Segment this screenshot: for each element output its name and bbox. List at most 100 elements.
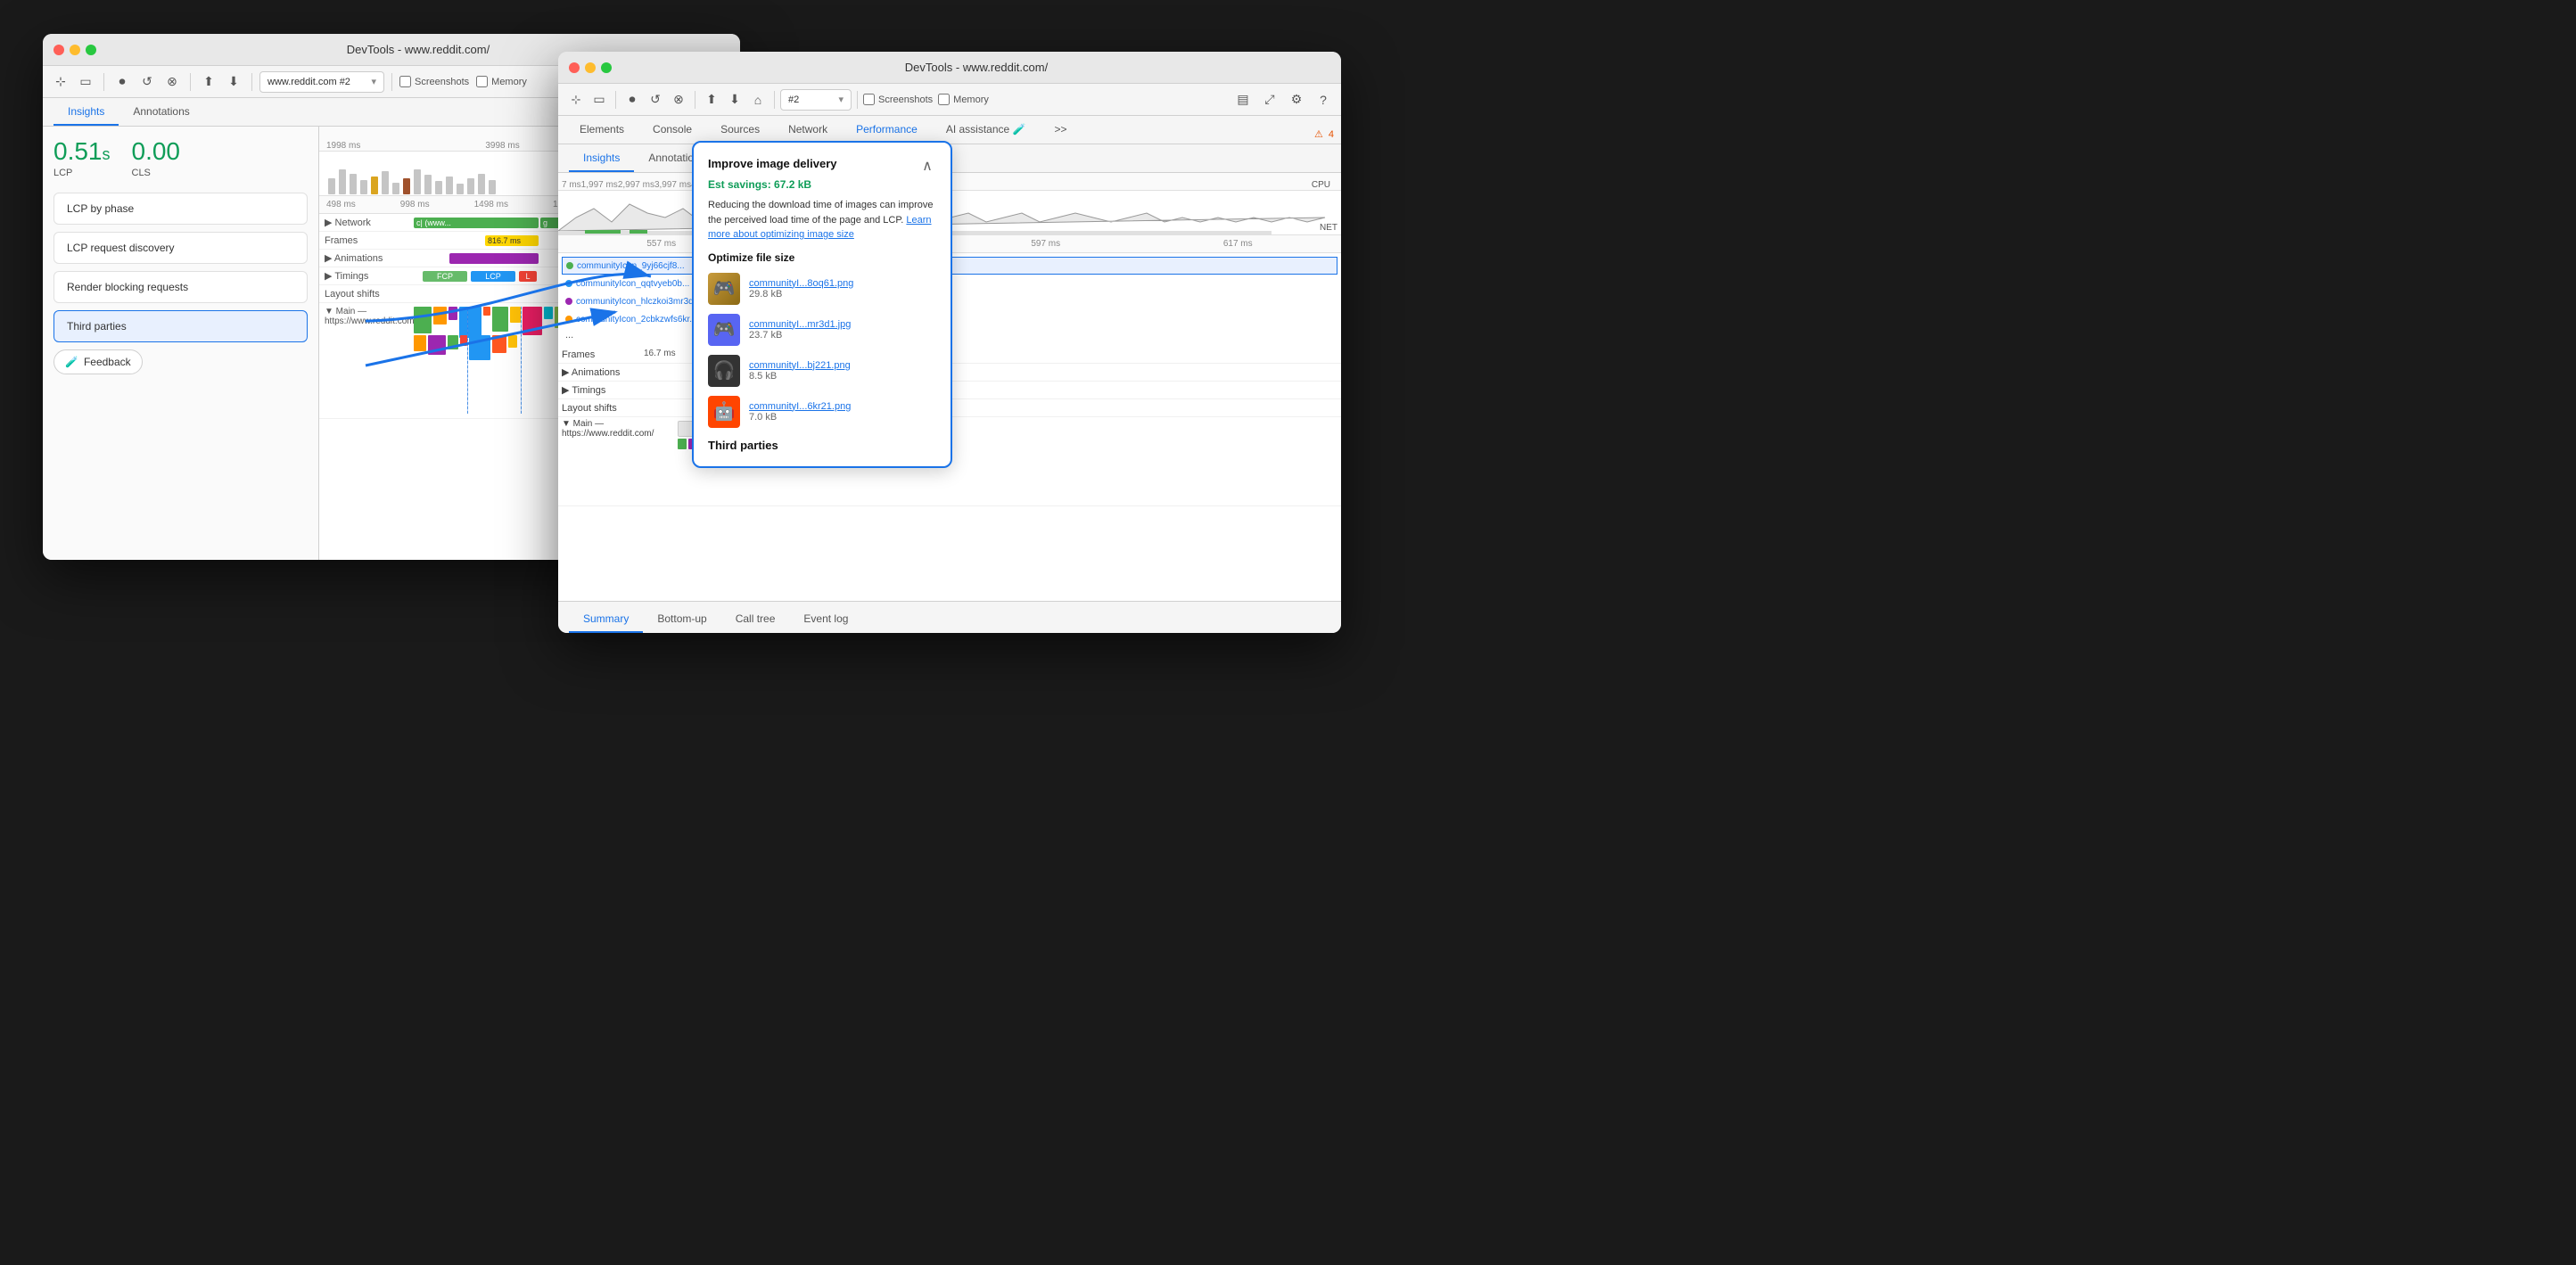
file-size-3: 8.5 kB (749, 371, 851, 382)
popup-close-button[interactable]: ∧ (918, 157, 936, 175)
bottom-tab-bottomup-front[interactable]: Bottom-up (643, 606, 720, 633)
popup-learn-more-link[interactable]: Learn more about optimizing image size (708, 215, 932, 241)
tab-annotations-back[interactable]: Annotations (119, 99, 203, 126)
tab-console-front[interactable]: Console (638, 117, 706, 144)
memory-checkbox[interactable]: Memory (476, 76, 527, 87)
file-size-4: 7.0 kB (749, 412, 851, 423)
feedback-icon: 🧪 (65, 356, 78, 368)
memory-checkbox-front[interactable]: Memory (938, 94, 989, 105)
bottom-tab-eventlog-front[interactable]: Event log (789, 606, 862, 633)
file-info-4: communityI...6kr21.png 7.0 kB (749, 401, 851, 423)
url-bar-back[interactable]: www.reddit.com #2 ▾ (259, 71, 384, 93)
screenshots-checkbox[interactable]: Screenshots (399, 76, 469, 87)
tab-insights-back[interactable]: Insights (53, 99, 119, 126)
popup-savings: Est savings: 67.2 kB (708, 178, 936, 191)
cls-label: CLS (132, 168, 181, 178)
insight-lcp-request[interactable]: LCP request discovery (53, 232, 308, 264)
close-button-back[interactable] (53, 45, 64, 55)
file-info-1: communityI...8oq61.png 29.8 kB (749, 278, 853, 300)
cls-value: 0.00 (132, 137, 181, 166)
bottom-tab-summary-front[interactable]: Summary (569, 606, 643, 633)
insight-lcp-phase[interactable]: LCP by phase (53, 193, 308, 225)
bottom-tab-calltree-front[interactable]: Call tree (721, 606, 790, 633)
image-delivery-popup: Improve image delivery ∧ Est savings: 67… (692, 141, 952, 468)
help-icon-front[interactable]: ? (1313, 89, 1334, 111)
tab-insights-front[interactable]: Insights (569, 145, 634, 172)
cpu-label: CPU (1312, 180, 1337, 190)
download-icon[interactable]: ⬇ (223, 71, 244, 93)
tab-sources-front[interactable]: Sources (706, 117, 774, 144)
reload-icon-front[interactable]: ↺ (645, 89, 666, 111)
cls-metric: 0.00 CLS (132, 137, 181, 178)
popup-file-item-1[interactable]: 🎮 communityI...8oq61.png 29.8 kB (708, 273, 936, 305)
back-sidebar: 0.51s LCP 0.00 CLS LCP by phase LCP requ… (43, 127, 319, 560)
maximize-button-front[interactable] (601, 62, 612, 73)
front-nav-toolbar: ⊹ ▭ ⏺ ↺ ⊗ ⬆ ⬇ ⌂ #2 ▾ Screenshots Memory … (558, 84, 1341, 116)
file-thumb-2: 🎮 (708, 314, 740, 346)
toolbar-separator-3 (251, 73, 252, 91)
cursor-icon[interactable]: ⊹ (50, 71, 71, 93)
popup-file-item-4[interactable]: 🤖 communityI...6kr21.png 7.0 kB (708, 396, 936, 428)
close-button-front[interactable] (569, 62, 580, 73)
tab-elements-front[interactable]: Elements (565, 117, 638, 144)
traffic-lights-front (569, 62, 612, 73)
lcp-metric: 0.51s LCP (53, 137, 111, 178)
maximize-button-back[interactable] (86, 45, 96, 55)
cursor-icon-front[interactable]: ⊹ (565, 89, 587, 111)
toolbar-separator-4 (391, 73, 392, 91)
traffic-lights-back (53, 45, 96, 55)
device-icon-front[interactable]: ▭ (588, 89, 610, 111)
file-link-2[interactable]: communityI...mr3d1.jpg (749, 319, 851, 330)
settings-icon-front[interactable]: ⚙ (1286, 89, 1307, 111)
upload-icon[interactable]: ⬆ (198, 71, 219, 93)
file-link-4[interactable]: communityI...6kr21.png (749, 401, 851, 412)
tab-ai-front[interactable]: AI assistance 🧪 (932, 117, 1041, 144)
file-link-1[interactable]: communityI...8oq61.png (749, 278, 853, 289)
file-thumb-1: 🎮 (708, 273, 740, 305)
layout-icon[interactable]: ▤ (1232, 89, 1254, 111)
insight-render-blocking[interactable]: Render blocking requests (53, 271, 308, 303)
popup-file-item-2[interactable]: 🎮 communityI...mr3d1.jpg 23.7 kB (708, 314, 936, 346)
warning-icon: ⚠ (1314, 128, 1323, 140)
front-main-tabs: Elements Console Sources Network Perform… (558, 116, 1341, 144)
popup-section-title: Optimize file size (708, 251, 936, 264)
file-size-2: 23.7 kB (749, 330, 851, 341)
clear-icon[interactable]: ⊗ (161, 71, 183, 93)
reload-icon[interactable]: ↺ (136, 71, 158, 93)
front-window-title: DevTools - www.reddit.com/ (622, 61, 1330, 74)
metrics-row: 0.51s LCP 0.00 CLS (53, 137, 308, 178)
tab-performance-front[interactable]: Performance (842, 117, 932, 144)
upload-icon-front[interactable]: ⬆ (701, 89, 722, 111)
download-icon-front[interactable]: ⬇ (724, 89, 745, 111)
insight-third-parties[interactable]: Third parties (53, 310, 308, 342)
home-icon-front[interactable]: ⌂ (747, 89, 769, 111)
popup-description: Reducing the download time of images can… (708, 198, 936, 242)
front-titlebar: DevTools - www.reddit.com/ (558, 52, 1341, 84)
url-bar-front[interactable]: #2 ▾ (780, 89, 852, 111)
popup-file-list: 🎮 communityI...8oq61.png 29.8 kB 🎮 commu… (708, 273, 936, 428)
popup-header: Improve image delivery ∧ (708, 157, 936, 175)
record-icon[interactable]: ⏺ (111, 71, 133, 93)
dock-icon[interactable]: ⤢ (1259, 89, 1280, 111)
device-icon[interactable]: ▭ (75, 71, 96, 93)
minimize-button-back[interactable] (70, 45, 80, 55)
file-link-3[interactable]: communityI...bj221.png (749, 360, 851, 371)
file-info-2: communityI...mr3d1.jpg 23.7 kB (749, 319, 851, 341)
screenshots-checkbox-front[interactable]: Screenshots (863, 94, 933, 105)
popup-file-item-3[interactable]: 🎧 communityI...bj221.png 8.5 kB (708, 355, 936, 387)
front-bottom-tabs: Summary Bottom-up Call tree Event log (558, 601, 1341, 633)
front-devtools-window: DevTools - www.reddit.com/ ⊹ ▭ ⏺ ↺ ⊗ ⬆ ⬇… (558, 52, 1341, 633)
toolbar-separator-1 (103, 73, 104, 91)
file-thumb-3: 🎧 (708, 355, 740, 387)
minimize-button-front[interactable] (585, 62, 596, 73)
tab-network-front[interactable]: Network (774, 117, 842, 144)
clear-icon-front[interactable]: ⊗ (668, 89, 689, 111)
file-info-3: communityI...bj221.png 8.5 kB (749, 360, 851, 382)
file-thumb-4: 🤖 (708, 396, 740, 428)
feedback-button[interactable]: 🧪 Feedback (53, 349, 143, 374)
file-size-1: 29.8 kB (749, 289, 853, 300)
tab-more-front[interactable]: >> (1040, 117, 1081, 144)
lcp-value: 0.51s (53, 137, 111, 166)
record-icon-front[interactable]: ⏺ (621, 89, 643, 111)
net-label: NET (1320, 223, 1337, 233)
